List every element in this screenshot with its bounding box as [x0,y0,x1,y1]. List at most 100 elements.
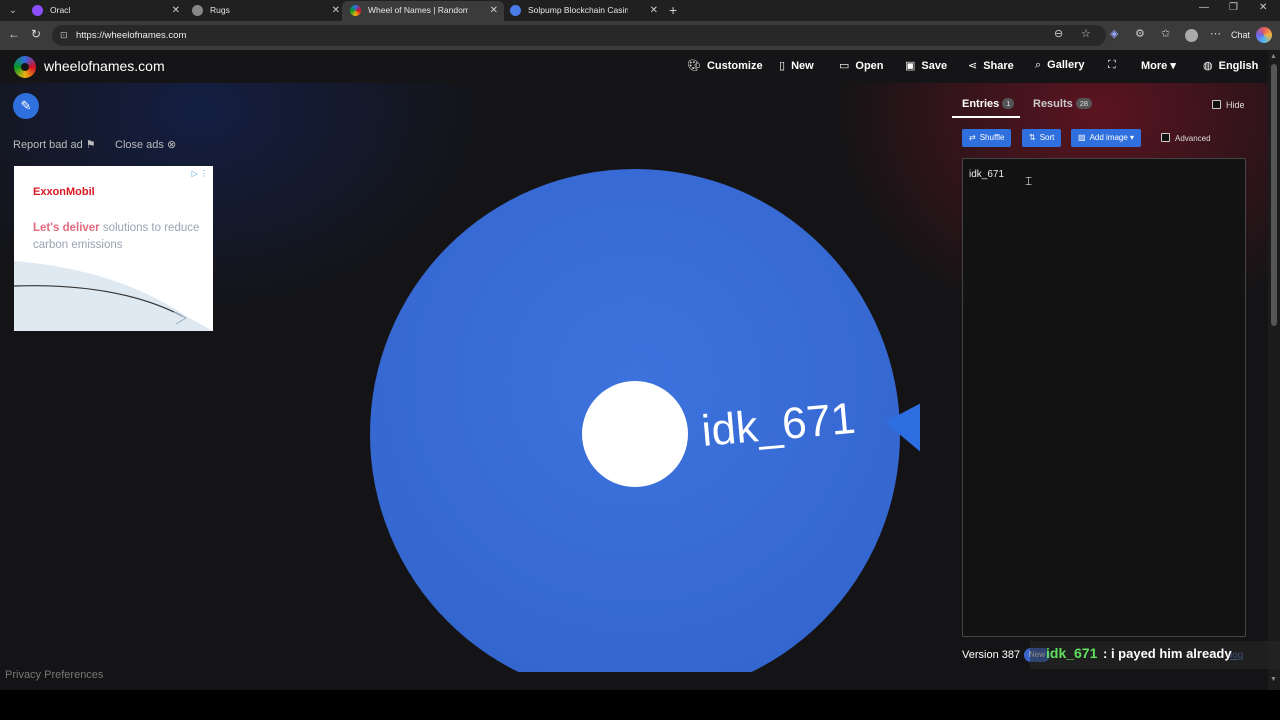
browser-tab-1[interactable]: Oracl ✕ [24,1,186,21]
restore-icon[interactable]: ❐ [1229,2,1238,13]
advanced-checkbox[interactable]: Advanced [1161,133,1211,143]
results-label: Results [1033,98,1073,110]
open-button[interactable]: ▭ Open [839,59,884,72]
entry-line: idk_671 [969,169,1005,180]
version-text: Version 387 [962,649,1021,661]
search-icon: ⌕ [1035,59,1042,71]
tab-favicon [510,5,521,16]
share-icon: ⋖ [968,60,978,72]
more-options-icon[interactable]: ⋯ [1210,27,1221,40]
extensions-puzzle-icon[interactable]: ⚙ [1135,27,1145,40]
privacy-preferences-link[interactable]: Privacy Preferences [5,669,103,681]
scroll-up-icon[interactable]: ▲ [1270,53,1277,60]
scroll-down-icon[interactable]: ▼ [1270,676,1277,683]
language-button[interactable]: ◍ English [1203,59,1258,72]
share-label: Share [983,60,1014,72]
wheel-page: wheelofnames.com 🎨︎ Customize ▯ New ▭ Open … [0,50,1280,690]
results-count-badge: 28 [1075,98,1093,109]
chat-message: : i payed him already [1103,646,1232,661]
report-ad-label: Report bad ad [13,139,83,151]
checkbox-box[interactable] [1161,133,1170,142]
top-navbar: wheelofnames.com 🎨︎ Customize ▯ New ▭ Open … [0,50,1268,83]
tab-title: Wheel of Names | Random name [368,5,468,15]
close-tab-icon[interactable]: ✕ [332,1,340,20]
extension-icon[interactable]: ◈ [1110,27,1118,40]
save-button[interactable]: ▣ Save [905,59,947,72]
hide-label: Hide [1226,100,1245,110]
site-logo-icon[interactable] [14,56,36,78]
site-info-icon[interactable]: ⊡ [60,25,68,46]
close-tab-icon[interactable]: ✕ [650,1,658,20]
tab-entries[interactable]: Entries 1 [962,98,1015,110]
new-tab-button[interactable]: + [669,1,677,20]
close-window-icon[interactable]: ✕ [1259,2,1267,13]
copilot-icon[interactable] [1256,27,1272,43]
caret-down-icon: ▾ [1170,60,1176,72]
back-icon[interactable]: ← [8,27,20,41]
file-icon: ▯ [779,60,786,72]
tab-favicon [192,5,203,16]
advertisement[interactable]: ▷ ⋮ ExxonMobil Let's deliver solutions t… [14,166,213,331]
browser-window: ⌄ Oracl ✕ Rugs ✕ Wheel of Names | Random… [0,0,1280,720]
save-icon: ▣ [905,60,916,72]
tab-results[interactable]: Results 28 [1033,98,1093,110]
ad-graphic [14,261,213,331]
shuffle-button[interactable]: ⇄ Shuffle [962,129,1012,147]
checkbox-box[interactable] [1212,100,1221,109]
close-ads-link[interactable]: Close ads ⊗ [115,138,176,151]
reader-icon[interactable]: ⊖ [1054,27,1063,40]
wheel[interactable]: idk_671 [360,112,920,672]
site-name[interactable]: wheelofnames.com [44,58,165,74]
tab-title: Oracl [50,5,71,15]
wheel-center-button[interactable] [582,381,688,487]
browser-tab-active[interactable]: Wheel of Names | Random name ✕ [342,1,504,21]
shuffle-label: Shuffle [979,133,1005,142]
profile-avatar[interactable] [1185,29,1198,42]
url-text: https://wheelofnames.com [76,30,187,41]
fullscreen-button[interactable]: ⛶ [1108,59,1122,72]
advanced-label: Advanced [1175,134,1211,143]
minimize-icon[interactable]: — [1199,2,1209,13]
favorites-icon[interactable]: ✩ [1161,27,1170,40]
share-button[interactable]: ⋖ Share [968,59,1014,72]
page-scrollbar[interactable]: ▲ ▼ [1268,50,1280,690]
new-button[interactable]: ▯ New [779,59,814,72]
gallery-button[interactable]: ⌕ Gallery [1035,59,1084,72]
more-label: More [1141,60,1168,72]
caret-down-icon: ▾ [1130,133,1135,142]
palette-icon: 🎨︎ [687,60,701,72]
close-tab-icon[interactable]: ✕ [172,1,180,20]
sort-button[interactable]: ⇅ Sort [1022,129,1062,147]
tab-title: Rugs [210,5,230,15]
more-menu-button[interactable]: More ▾ [1141,59,1176,72]
entries-label: Entries [962,98,1000,110]
globe-icon: ◍ [1203,60,1213,72]
gallery-label: Gallery [1047,59,1085,71]
sort-label: Sort [1039,133,1055,142]
chat-button[interactable]: Chat [1231,26,1250,44]
close-circle-icon: ⊗ [166,139,177,151]
tab-actions-menu[interactable]: ⌄ [4,2,22,19]
browser-tab-2[interactable]: Rugs ✕ [184,1,346,21]
active-tab-indicator [952,116,1020,118]
entries-textarea[interactable]: idk_671 [962,158,1246,637]
reload-icon[interactable]: ↻ [31,27,41,41]
add-image-label: Add image [1089,133,1128,142]
add-image-button[interactable]: ▨ Add image ▾ [1071,129,1142,147]
tab-favicon [350,5,361,16]
flag-icon: ⚑ [85,139,96,151]
browser-tab-4[interactable]: Solpump Blockchain Casino | Sola ✕ [502,1,664,21]
report-bad-ad-link[interactable]: Report bad ad ⚑ [13,138,96,151]
mouse-cursor-icon: ⌶ [1025,174,1033,188]
favorite-star-icon[interactable]: ☆ [1081,27,1091,40]
edit-pencil-button[interactable]: ✎ [13,93,39,119]
close-tab-icon[interactable]: ✕ [490,1,498,20]
image-icon: ▨ [1078,133,1086,142]
save-label: Save [921,60,948,72]
scroll-thumb[interactable] [1271,64,1277,326]
sort-icon: ⇅ [1029,133,1036,142]
new-label: New [791,60,814,72]
customize-button[interactable]: 🎨︎ Customize [687,59,763,72]
hide-checkbox[interactable]: Hide [1212,100,1245,110]
url-field[interactable]: ⊡ https://wheelofnames.com [52,25,1106,46]
